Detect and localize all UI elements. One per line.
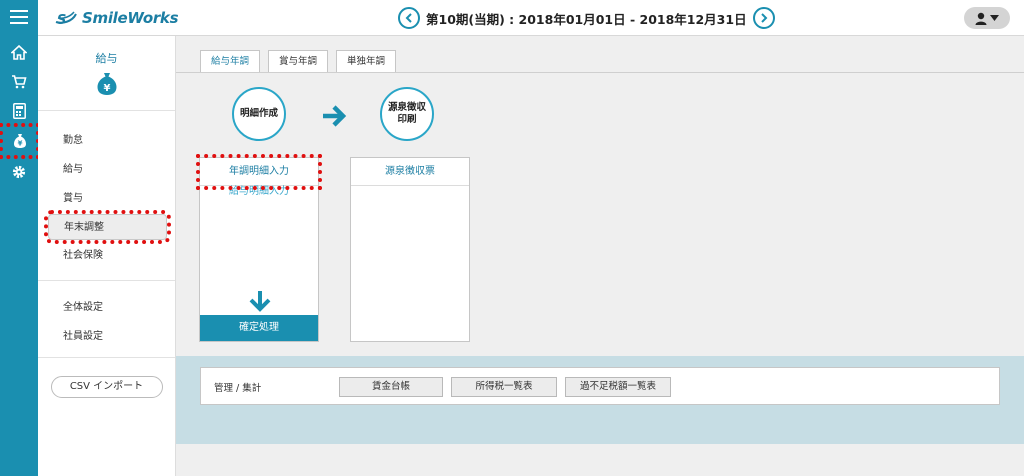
home-icon[interactable] — [0, 39, 38, 65]
logo-text: SmileWorks — [82, 9, 179, 27]
statement-panel: 年調明細入力 給与明細入力 確定処理 — [196, 154, 322, 342]
csv-import-button[interactable]: CSV インポート — [50, 376, 163, 398]
prev-period-button[interactable] — [398, 7, 420, 29]
step-withholding-print: 源泉徴収 印刷 — [380, 87, 434, 141]
sidebar-header: 給与 ¥ — [38, 36, 175, 111]
sidebar-item-social-insurance[interactable]: 社会保険 — [38, 241, 175, 270]
confirm-processing-button[interactable]: 確定処理 — [200, 315, 318, 341]
withholding-slip-link[interactable]: 源泉徴収票 — [351, 158, 469, 186]
step-create-statement: 明細作成 — [232, 87, 286, 141]
arrow-down-icon — [249, 291, 271, 312]
tab-standalone-year-end[interactable]: 単独年調 — [336, 50, 397, 72]
management-band: 管理 / 集計 賃金台帳 所得税一覧表 過不足税額一覧表 — [176, 356, 1024, 444]
sidebar-item-employee-settings[interactable]: 社員設定 — [38, 322, 175, 351]
management-label: 管理 / 集計 — [214, 383, 262, 394]
sidebar-item-global-settings[interactable]: 全体設定 — [38, 293, 175, 322]
menu-icon[interactable] — [0, 4, 38, 30]
main-content: 給与年調 賞与年調 単独年調 明細作成 源泉徴収 印刷 年調明細入力 給与明細入… — [176, 36, 1024, 476]
workflow-area: 明細作成 源泉徴収 印刷 年調明細入力 給与明細入力 確定処理 源泉徴収票 — [176, 72, 1024, 356]
tab-bar: 給与年調 賞与年調 単独年調 — [200, 50, 404, 73]
tax-difference-list-button[interactable]: 過不足税額一覧表 — [565, 377, 671, 397]
svg-text:S: S — [57, 13, 66, 26]
arrow-right-icon — [323, 105, 347, 127]
icon-bar: ¥ — [0, 0, 40, 476]
svg-text:¥: ¥ — [17, 140, 22, 148]
payroll-icon[interactable]: ¥ — [0, 123, 40, 159]
chevron-right-icon — [760, 13, 767, 23]
sidebar-item-bonus[interactable]: 賞与 — [38, 184, 175, 213]
chevron-left-icon — [405, 13, 412, 23]
income-tax-list-button[interactable]: 所得税一覧表 — [451, 377, 557, 397]
gear-icon[interactable] — [0, 159, 38, 185]
year-end-statement-input-link[interactable]: 年調明細入力 — [196, 154, 322, 190]
user-menu-button[interactable] — [964, 7, 1010, 29]
calculator-icon[interactable] — [0, 98, 38, 124]
sidebar-title: 給与 — [95, 52, 118, 65]
step-withholding-print-text: 源泉徴収 印刷 — [388, 102, 426, 126]
sidebar-item-year-end-wrap: 年末調整 — [38, 210, 175, 244]
salary-statement-input-link[interactable]: 給与明細入力 — [200, 186, 318, 204]
sidebar-group-payroll: 勤怠 給与 賞与 年末調整 社会保険 — [38, 111, 175, 281]
sidebar-item-attendance[interactable]: 勤怠 — [38, 126, 175, 155]
tab-salary-year-end[interactable]: 給与年調 — [200, 50, 261, 73]
svg-text:¥: ¥ — [103, 83, 110, 94]
user-icon — [975, 12, 987, 25]
tab-bonus-year-end[interactable]: 賞与年調 — [268, 50, 329, 72]
sidebar: 給与 ¥ 勤怠 給与 賞与 年末調整 社会保険 全体設定 社員設定 CSV イン… — [38, 36, 176, 476]
management-box: 管理 / 集計 賃金台帳 所得税一覧表 過不足税額一覧表 — [200, 367, 1000, 405]
sidebar-group-settings: 全体設定 社員設定 — [38, 281, 175, 358]
step-create-statement-label: 明細作成 — [239, 108, 278, 120]
app-logo[interactable]: S SmileWorks — [54, 6, 179, 30]
money-bag-icon: ¥ — [96, 72, 118, 95]
wage-ledger-button[interactable]: 賃金台帳 — [339, 377, 443, 397]
sidebar-item-year-end-adjustment[interactable]: 年末調整 — [44, 210, 171, 244]
cart-icon[interactable] — [0, 68, 38, 94]
caret-down-icon — [990, 15, 999, 21]
next-period-button[interactable] — [752, 7, 775, 29]
period-selector: 第10期(当期) : 2018年01月01日 - 2018年12月31日 — [398, 7, 775, 29]
top-bar: S SmileWorks 第10期(当期) : 2018年01月01日 - 20… — [38, 0, 1024, 36]
sidebar-item-salary[interactable]: 給与 — [38, 155, 175, 184]
period-text: 第10期(当期) : 2018年01月01日 - 2018年12月31日 — [426, 11, 747, 27]
step-withholding-line1: 源泉徴収 — [387, 102, 426, 114]
step-withholding-line2: 印刷 — [397, 114, 417, 125]
logo-icon: S — [55, 11, 77, 26]
withholding-panel: 源泉徴収票 — [350, 157, 470, 342]
